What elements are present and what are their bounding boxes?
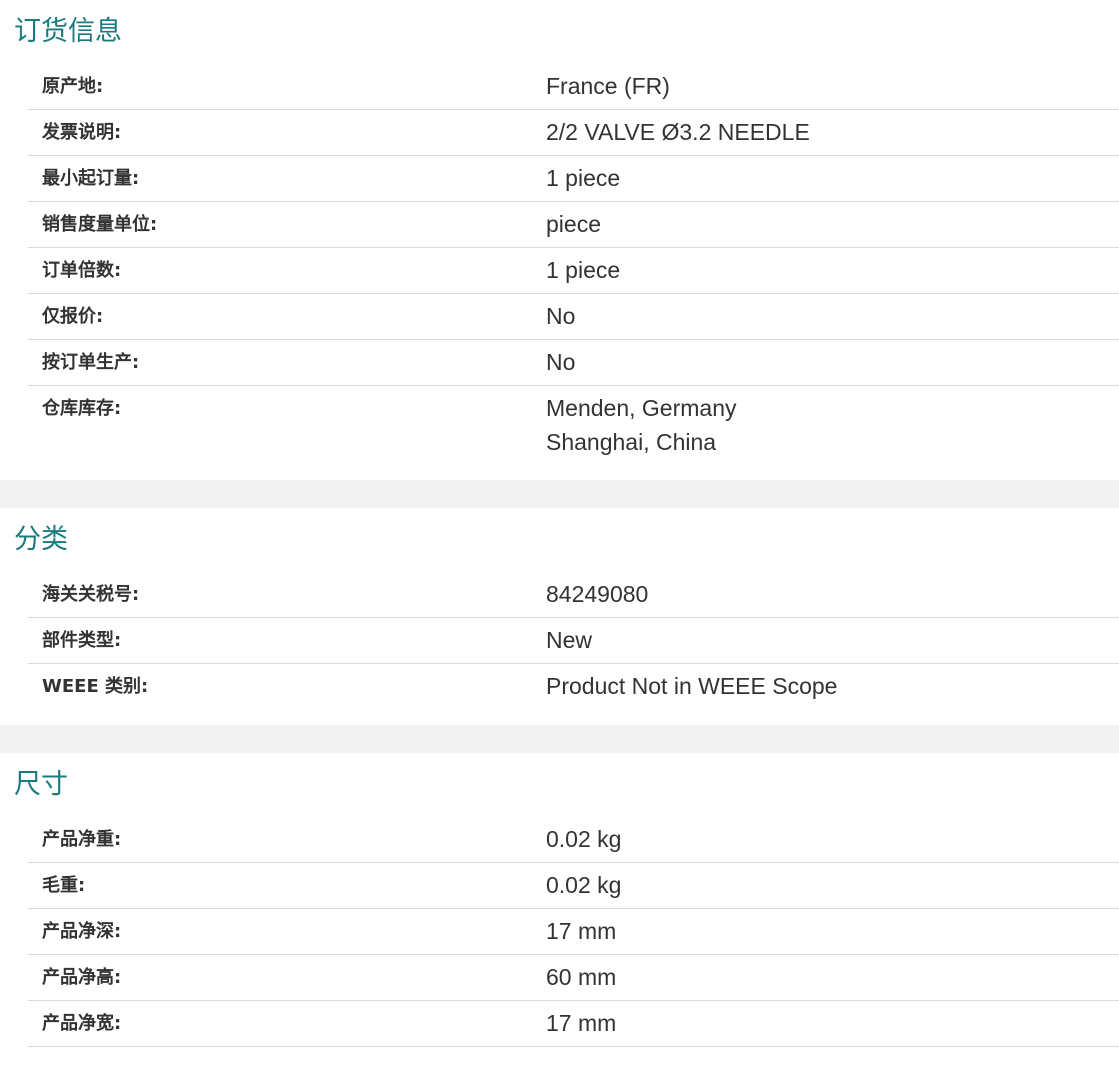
row-country-of-origin: 原产地: France (FR) — [28, 64, 1119, 110]
row-weee-category: WEEE 类别: Product Not in WEEE Scope — [28, 664, 1119, 725]
row-value: France (FR) — [546, 73, 670, 99]
section-title-ordering: 订货信息 — [14, 16, 122, 47]
section-divider — [0, 725, 1119, 753]
row-net-depth: 产品净深: 17 mm — [28, 909, 1119, 955]
row-net-weight: 产品净重: 0.02 kg — [28, 817, 1119, 863]
row-label: WEEE 类别: — [42, 676, 149, 697]
row-gross-weight: 毛重: 0.02 kg — [28, 863, 1119, 909]
row-value: 0.02 kg — [546, 872, 622, 898]
row-label: 产品净重: — [42, 829, 122, 850]
warehouse-location: Menden, Germany — [546, 395, 737, 421]
row-value: piece — [546, 211, 601, 237]
row-order-multiple: 订单倍数: 1 piece — [28, 248, 1119, 294]
row-value: 17 mm — [546, 918, 617, 944]
row-value: Product Not in WEEE Scope — [546, 673, 838, 699]
row-value: 17 mm — [546, 1010, 617, 1036]
section-title-dimensions: 尺寸 — [14, 769, 68, 800]
row-minimum-order: 最小起订量: 1 piece — [28, 156, 1119, 202]
row-value: 60 mm — [546, 964, 617, 990]
row-label: 海关关税号: — [42, 584, 140, 605]
row-customs-tariff: 海关关税号: 84249080 — [28, 572, 1119, 618]
row-label: 产品净深: — [42, 921, 122, 942]
warehouse-location: Shanghai, China — [546, 429, 717, 455]
row-label: 毛重: — [42, 875, 86, 896]
row-value: 84249080 — [546, 581, 649, 607]
row-label: 产品净高: — [42, 967, 122, 988]
row-value: No — [546, 349, 576, 375]
row-label: 发票说明: — [42, 122, 122, 143]
row-net-height: 产品净高: 60 mm — [28, 955, 1119, 1001]
row-label: 部件类型: — [42, 630, 122, 651]
classification-section: 分类 海关关税号: 84249080 部件类型: New WEEE 类别: Pr… — [0, 508, 1119, 725]
section-divider — [0, 480, 1119, 508]
row-label: 最小起订量: — [42, 168, 140, 189]
row-label: 订单倍数: — [42, 260, 122, 281]
row-quote-only: 仅报价: No — [28, 294, 1119, 340]
row-made-to-order: 按订单生产: No — [28, 340, 1119, 386]
row-sales-unit: 销售度量单位: piece — [28, 202, 1119, 248]
row-label: 产品净宽: — [42, 1013, 122, 1034]
row-warehouse-stock: 仓库库存: Menden, Germany Shanghai, China — [28, 386, 1119, 480]
row-label: 销售度量单位: — [42, 214, 158, 235]
row-net-width: 产品净宽: 17 mm — [28, 1001, 1119, 1047]
dimensions-section: 尺寸 产品净重: 0.02 kg 毛重: 0.02 kg 产品净深: 17 mm… — [0, 753, 1119, 1047]
section-title-classification: 分类 — [14, 524, 68, 555]
row-label: 按订单生产: — [42, 352, 140, 373]
row-value: 0.02 kg — [546, 826, 622, 852]
row-invoice-description: 发票说明: 2/2 VALVE Ø3.2 NEEDLE — [28, 110, 1119, 156]
row-part-type: 部件类型: New — [28, 618, 1119, 664]
row-label: 仅报价: — [42, 306, 104, 327]
row-value: 2/2 VALVE Ø3.2 NEEDLE — [546, 119, 810, 145]
ordering-section: 订货信息 原产地: France (FR) 发票说明: 2/2 VALVE Ø3… — [0, 0, 1119, 480]
row-label: 原产地: — [42, 76, 104, 97]
row-label: 仓库库存: — [42, 398, 122, 419]
row-value: New — [546, 627, 593, 653]
row-value: No — [546, 303, 576, 329]
row-value: 1 piece — [546, 257, 621, 283]
row-value-list: Menden, Germany Shanghai, China — [546, 386, 1119, 464]
row-value: 1 piece — [546, 165, 621, 191]
